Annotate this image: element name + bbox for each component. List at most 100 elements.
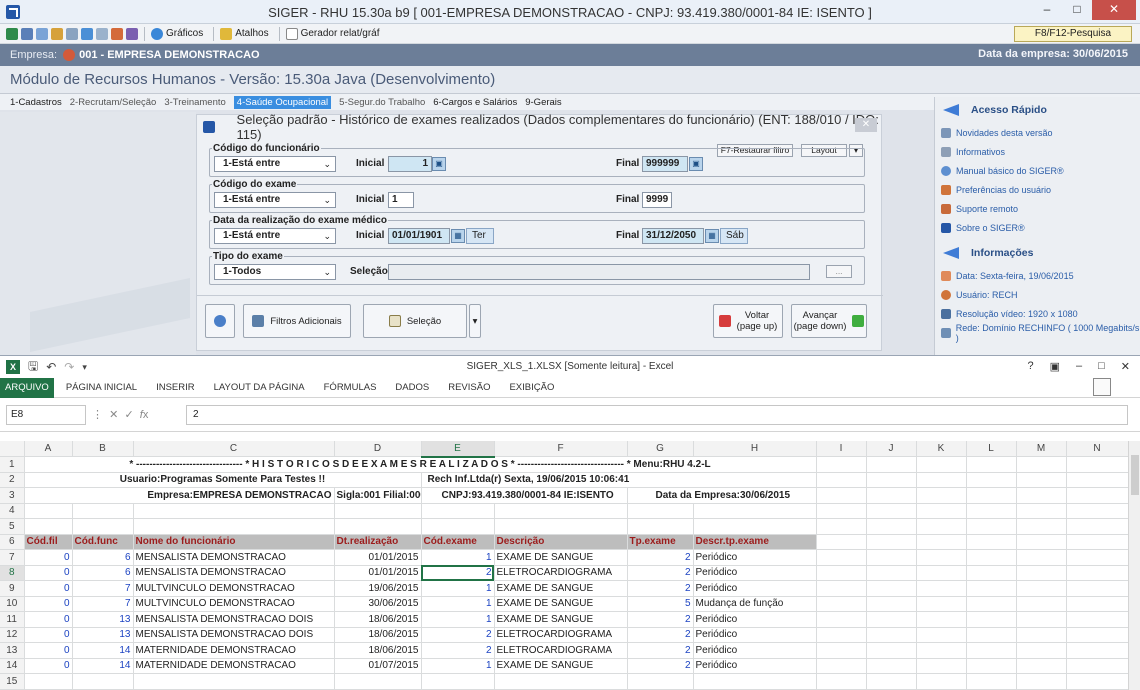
minimize-button[interactable]: – [1076,360,1082,373]
column-title-cell[interactable]: Dt.realização [334,534,422,550]
cell[interactable] [816,565,867,581]
cell[interactable] [966,503,1017,519]
cell[interactable] [966,580,1017,597]
tab-revisao[interactable]: REVISÃO [448,382,490,393]
cell[interactable] [1066,611,1129,628]
cell[interactable]: 0 [24,627,73,643]
row-header[interactable]: 2 [0,472,25,488]
cell[interactable]: EXAME DE SANGUE [494,611,628,628]
column-title-cell[interactable]: Cód.func [72,534,134,550]
column-title-cell[interactable]: Tp.exame [627,534,694,550]
atalhos-menu[interactable]: Atalhos [235,28,268,39]
cell[interactable]: MENSALISTA DEMONSTRACAO [133,565,335,581]
cell[interactable]: 1 [421,580,495,597]
cell[interactable] [693,673,817,690]
calendar-icon[interactable]: ▦ [705,229,719,243]
cell[interactable] [816,472,867,488]
cell[interactable] [1016,472,1067,488]
save-icon[interactable] [6,27,18,40]
column-header[interactable]: H [693,441,817,457]
row-header[interactable]: 3 [0,487,25,504]
report-title-cell[interactable]: * -------------------------------- * H I… [24,456,817,473]
cell[interactable] [72,673,134,690]
funcionario-operator-select[interactable]: 1-Está entre ⌄ [214,156,336,172]
help-icon[interactable] [81,27,93,40]
cell[interactable] [866,627,917,643]
avancar-button[interactable]: Avançar (page down) [791,304,867,338]
folder-icon[interactable] [51,27,63,40]
cell[interactable] [966,518,1017,535]
column-header[interactable]: B [72,441,134,457]
cell[interactable]: 2 [627,627,694,643]
cell[interactable]: MENSALISTA DEMONSTRACAO [133,549,335,566]
chat-icon[interactable] [96,27,108,40]
report-sigla-cell[interactable]: Sigla:001 Filial:000 [334,487,422,504]
column-title-cell[interactable]: Cód.exame [421,534,495,550]
cell[interactable]: 0 [24,611,73,628]
ribbon-display-button[interactable]: ▣ [1050,360,1060,373]
data-operator-select[interactable]: 1-Está entre ⌄ [214,228,336,244]
cell[interactable] [1066,534,1129,550]
cell[interactable]: 01/01/2015 [334,549,422,566]
formula-input[interactable]: 2 [186,404,1128,425]
cell[interactable]: 0 [24,580,73,597]
close-button[interactable]: ✕ [1092,0,1136,20]
calendar-icon[interactable]: ▦ [451,229,465,243]
cell[interactable] [334,503,422,519]
cell[interactable] [866,642,917,659]
cell[interactable]: MATERNIDADE DEMONSTRACAO [133,642,335,659]
report-company-cell[interactable]: Rech Inf.Ltda(r) Sexta, 19/06/2015 10:06… [421,472,817,488]
cell[interactable]: Periódico [693,627,817,643]
cell[interactable]: 5 [627,596,694,612]
cell[interactable]: 0 [24,596,73,612]
cell[interactable]: 13 [72,611,134,628]
row-header[interactable]: 15 [0,673,25,690]
cell[interactable]: 01/01/2015 [334,565,422,581]
cell[interactable] [1066,487,1129,504]
cell[interactable] [1016,456,1067,473]
column-header[interactable]: C [133,441,335,457]
cell[interactable]: EXAME DE SANGUE [494,580,628,597]
cell[interactable]: MENSALISTA DEMONSTRACAO DOIS [133,627,335,643]
row-header[interactable]: 1 [0,456,25,473]
cell[interactable] [916,673,967,690]
column-header[interactable]: F [494,441,628,457]
cell[interactable] [916,611,967,628]
column-header[interactable]: J [866,441,917,457]
cell[interactable] [816,658,867,674]
cell[interactable]: 14 [72,658,134,674]
cell[interactable] [1066,518,1129,535]
cell[interactable]: 2 [421,627,495,643]
lookup-icon[interactable]: ▣ [689,157,703,171]
cell[interactable]: 30/06/2015 [334,596,422,612]
row-header[interactable]: 12 [0,627,25,643]
column-header[interactable]: M [1016,441,1067,457]
cell[interactable] [133,673,335,690]
search-button[interactable]: F8/F12-Pesquisa [1014,26,1132,42]
column-title-cell[interactable]: Cód.fil [24,534,73,550]
cell[interactable] [916,658,967,674]
report-user-cell[interactable]: Usuario:Programas Somente Para Testes !! [24,472,422,488]
cell[interactable] [816,549,867,566]
cell[interactable] [966,487,1017,504]
row-header[interactable]: 9 [0,580,25,597]
cell[interactable] [816,596,867,612]
cell[interactable] [816,456,867,473]
cell[interactable]: MULTVINCULO DEMONSTRACAO [133,596,335,612]
cell[interactable]: ELETROCARDIOGRAMA [494,565,628,581]
column-header[interactable]: L [966,441,1017,457]
menu-recrutamento[interactable]: 2-Recrutam/Seleção [70,97,157,108]
cell[interactable]: Periódico [693,580,817,597]
cell[interactable] [966,565,1017,581]
menu-saude-ocupacional[interactable]: 4-Saúde Ocupacional [233,95,332,109]
cell[interactable] [866,518,917,535]
cell[interactable]: 0 [24,658,73,674]
cell[interactable] [1016,518,1067,535]
menu-cadastros[interactable]: 1-Cadastros [10,97,62,108]
cell[interactable] [1066,472,1129,488]
grid-icon[interactable] [21,27,33,40]
gerador-menu[interactable]: Gerador relat/gráf [301,28,380,39]
cell[interactable]: 2 [627,642,694,659]
cell[interactable]: ELETROCARDIOGRAMA [494,627,628,643]
cell[interactable] [1066,549,1129,566]
